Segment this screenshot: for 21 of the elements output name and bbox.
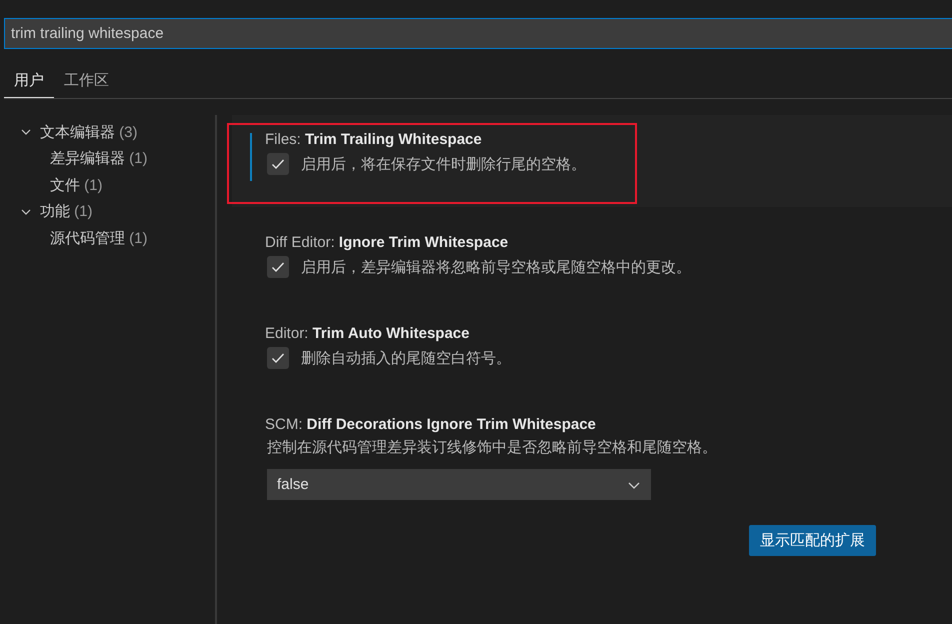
setting-title: Diff Editor: Ignore Trim Whitespace xyxy=(265,234,510,251)
setting-title: Files: Trim Trailing Whitespace xyxy=(265,131,483,148)
show-matching-extensions-button[interactable]: 显示匹配的扩展 xyxy=(749,525,876,556)
search-field[interactable]: trim trailing whitespace xyxy=(4,18,952,49)
tree-item[interactable]: 文件 (1) xyxy=(0,172,215,198)
setting-description: 控制在源代码管理差异装订线修饰中是否忽略前导空格和尾随空格。 xyxy=(267,438,718,457)
setting-title: Editor: Trim Auto Whitespace xyxy=(265,325,470,342)
setting-description: 启用后，差异编辑器将忽略前导空格或尾随空格中的更改。 xyxy=(301,258,691,276)
tree-item[interactable]: 源代码管理 (1) xyxy=(0,225,215,252)
tab[interactable]: 用户 xyxy=(4,67,54,98)
checkbox[interactable] xyxy=(267,347,289,369)
dropdown[interactable]: false xyxy=(267,469,651,500)
tree-item[interactable]: 功能 (1) xyxy=(0,198,215,225)
checkbox[interactable] xyxy=(267,153,289,175)
tree-item[interactable]: 差异编辑器 (1) xyxy=(0,146,215,172)
tree-item[interactable]: 文本编辑器 (3) xyxy=(0,119,215,146)
tab[interactable]: 工作区 xyxy=(54,67,119,98)
setting-description: 启用后，将在保存文件时删除行尾的空格。 xyxy=(301,154,586,174)
setting-description: 删除自动插入的尾随空白符号。 xyxy=(301,348,511,368)
setting-title: SCM: Diff Decorations Ignore Trim Whitespace xyxy=(265,416,597,433)
checkbox[interactable] xyxy=(267,256,289,278)
